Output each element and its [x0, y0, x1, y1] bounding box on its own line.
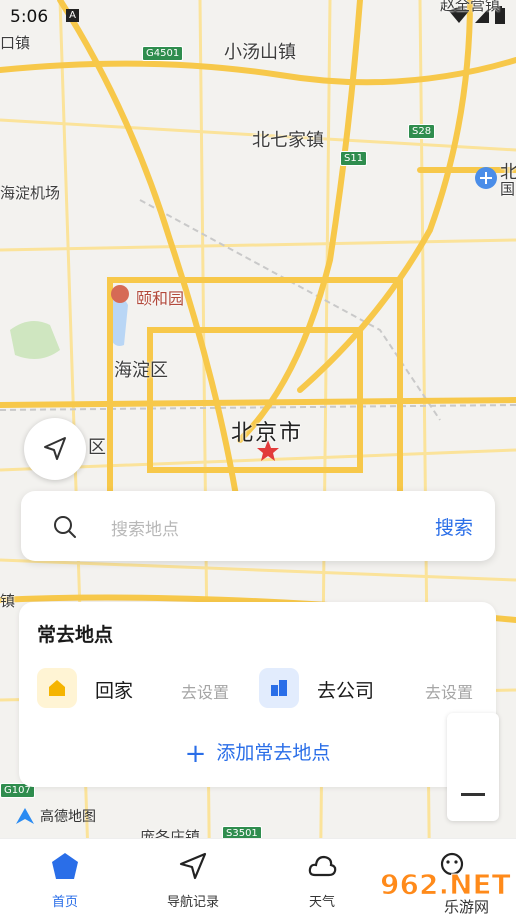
- home-tile[interactable]: [37, 668, 77, 708]
- work-tile[interactable]: [259, 668, 299, 708]
- home-label[interactable]: 回家: [95, 676, 133, 703]
- map-label: 海淀区: [114, 360, 168, 381]
- status-time: 5:06: [10, 7, 49, 27]
- navigation-arrow-icon: [44, 437, 66, 460]
- tab-home[interactable]: 首页: [15, 839, 115, 918]
- search-button[interactable]: 搜索: [435, 513, 473, 540]
- map-label: 口镇: [0, 34, 31, 52]
- work-label[interactable]: 去公司: [317, 676, 374, 703]
- favorites-title: 常去地点: [37, 624, 114, 646]
- add-favorite-button[interactable]: + 添加常去地点: [19, 738, 496, 769]
- road-shield: S28: [408, 124, 436, 139]
- map-label: 北七家镇: [252, 130, 324, 151]
- watermark-logo: 962.NET 乐游网: [380, 868, 512, 917]
- search-input[interactable]: 搜索地点: [111, 515, 179, 540]
- locate-button[interactable]: [24, 418, 86, 480]
- tab-label: 首页: [51, 895, 78, 910]
- cloud-icon: [308, 855, 337, 877]
- yiheyuan-poi-icon: [111, 285, 129, 303]
- home-icon: [49, 680, 65, 696]
- map-logo-text: 高德地图: [40, 809, 96, 825]
- map-label-poi: 颐和园: [136, 289, 185, 308]
- tab-label: 导航记录: [166, 895, 219, 910]
- status-bar: 5:06 A: [0, 0, 516, 34]
- zoom-out-icon[interactable]: [461, 793, 485, 796]
- work-setup-link[interactable]: 去设置: [425, 679, 473, 703]
- map-label: 赵全营镇: [440, 0, 501, 14]
- map-label: 小汤山镇: [224, 42, 296, 63]
- watermark-sub: 乐游网: [444, 898, 489, 916]
- map-label: 国: [500, 180, 516, 198]
- map-label: 镇: [0, 592, 16, 610]
- home-setup-link[interactable]: 去设置: [181, 679, 229, 703]
- map-logo: 高德地图: [14, 806, 96, 826]
- road-shield: S11: [340, 151, 368, 166]
- amap-logo-icon: [16, 808, 34, 824]
- map-label: 区: [88, 437, 106, 458]
- app-notification-icon: A: [66, 9, 79, 22]
- plus-icon: +: [184, 739, 207, 769]
- add-favorite-label: 添加常去地点: [216, 742, 331, 764]
- favorite-places-card: 常去地点 回家 去设置 去公司 去设置 + 添加常去地点: [19, 602, 496, 787]
- search-bar[interactable]: 搜索地点 搜索: [21, 491, 495, 561]
- navigation-arrow-icon: [179, 852, 207, 880]
- tab-weather[interactable]: 天气: [272, 839, 372, 918]
- office-building-icon: [271, 680, 287, 696]
- map-label: 海淀机场: [0, 184, 61, 202]
- home-pentagon-icon: [52, 853, 78, 879]
- map-label-city: 北京市: [231, 421, 304, 446]
- search-icon: [54, 516, 76, 538]
- tab-label: 天气: [308, 895, 335, 910]
- zoom-control: [447, 713, 499, 821]
- road-shield: G4501: [142, 46, 184, 61]
- tab-navigation-history[interactable]: 导航记录: [143, 839, 243, 918]
- watermark-text: 962.NET: [380, 868, 511, 901]
